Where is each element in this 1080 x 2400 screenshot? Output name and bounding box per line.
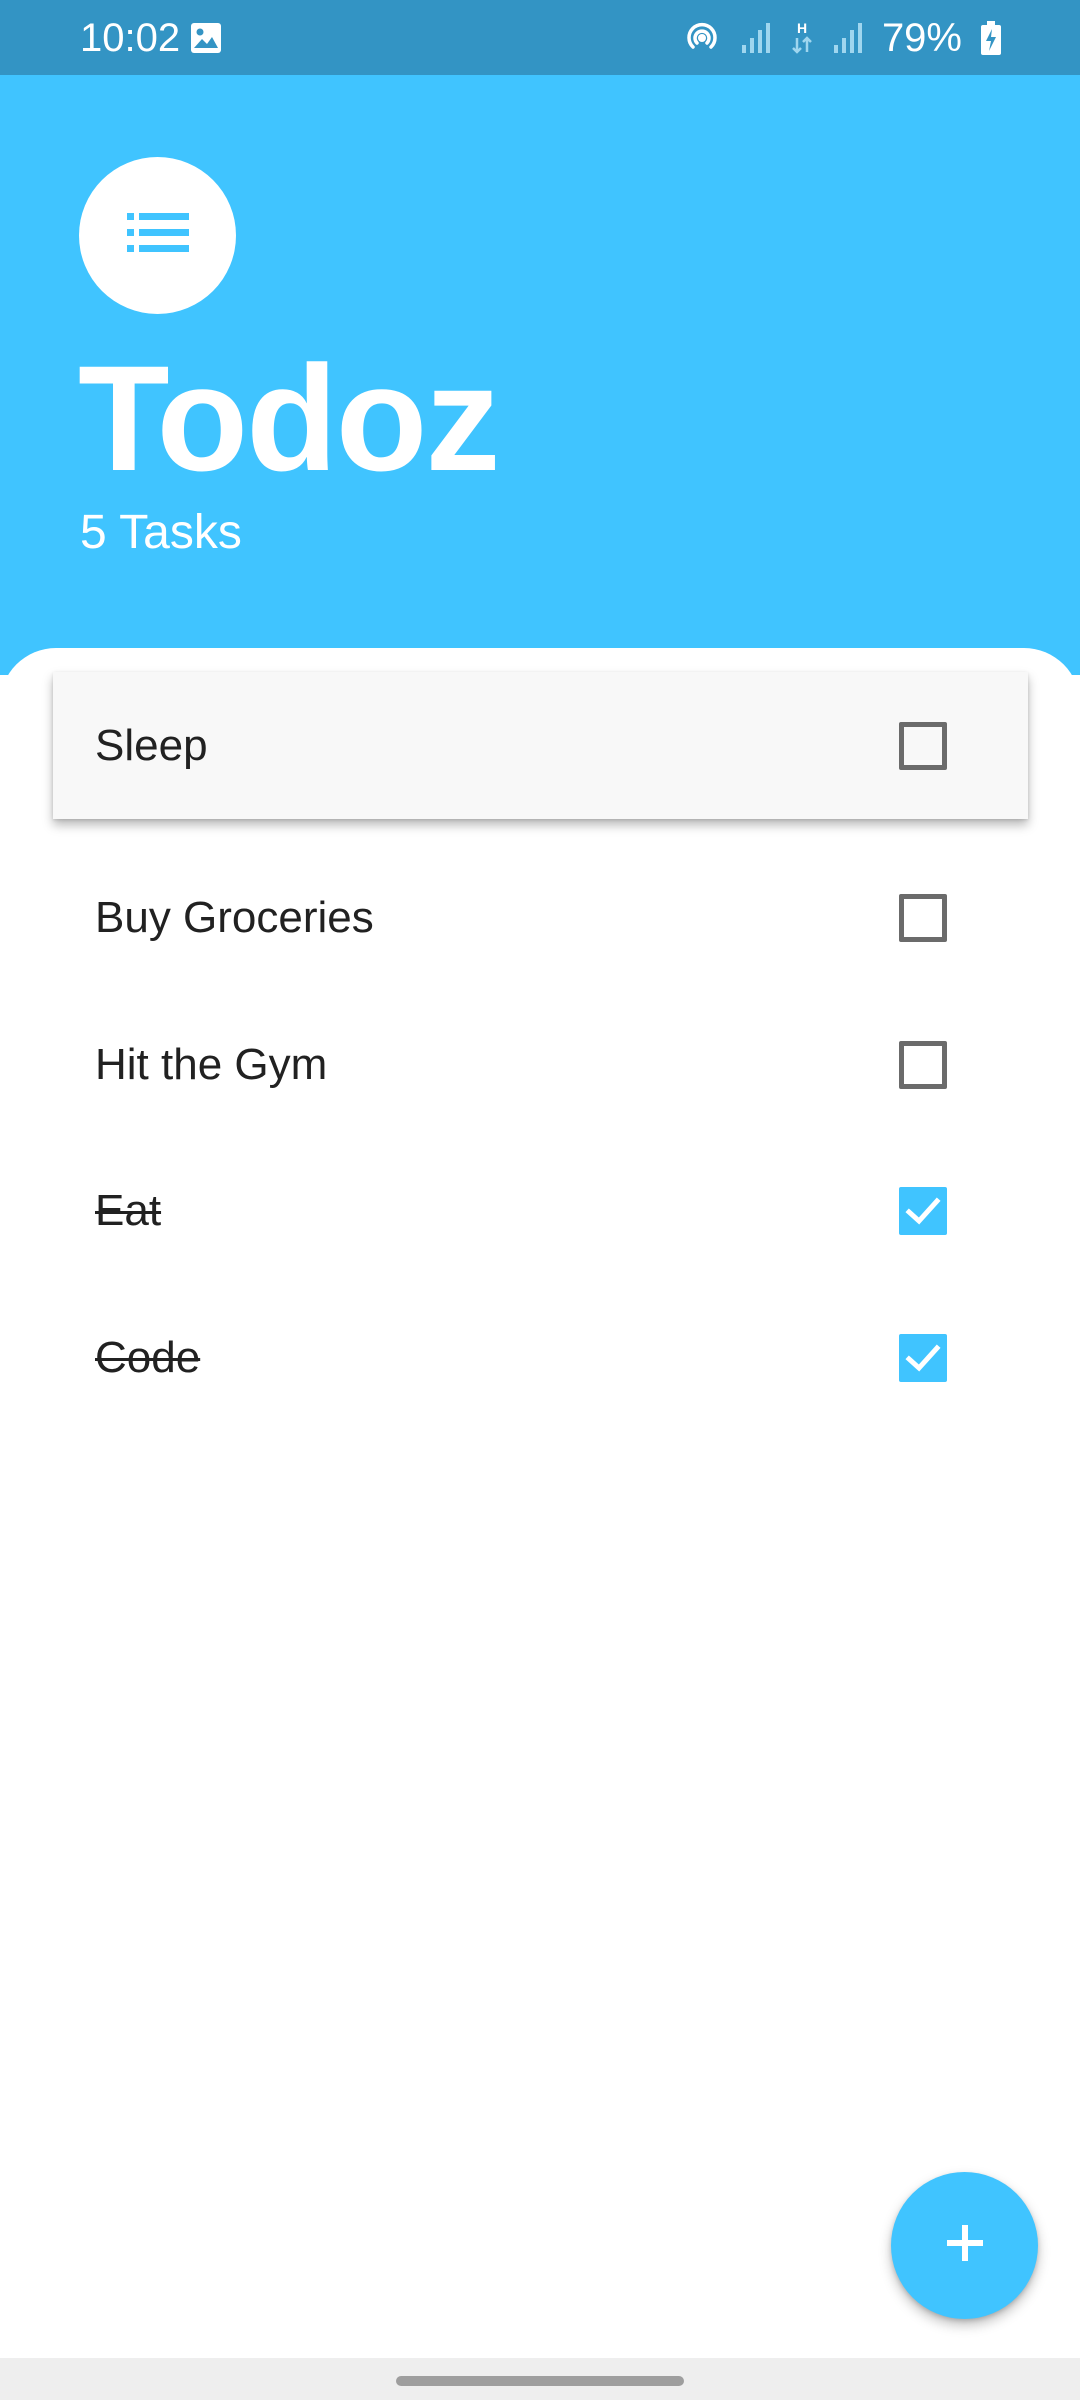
task-checkbox[interactable] [899,894,947,942]
battery-level: 79% [881,16,962,60]
check-icon [905,1344,941,1372]
plus-icon [943,2221,987,2270]
task-label: Sleep [95,721,208,770]
home-gesture-handle[interactable] [396,2376,684,2386]
battery-charging-icon [980,20,1002,56]
task-label: Code [95,1333,201,1382]
signal-icon [740,21,772,55]
task-row[interactable]: Buy Groceries [53,844,1028,991]
gallery-icon [190,22,222,54]
check-icon [905,1197,941,1225]
task-row[interactable]: Sleep [53,672,1028,819]
app-title: Todoz [78,334,500,502]
task-checkbox[interactable] [899,1334,947,1382]
status-icons: H 79% [682,14,1002,62]
task-label: Buy Groceries [95,893,374,942]
todoz-screen: 10:02 H 79% Todoz 5 Tasks Sleep Buy Groc… [0,0,1080,2400]
add-task-button[interactable] [891,2172,1038,2319]
task-label: Hit the Gym [95,1040,328,1089]
task-label: Eat [95,1186,162,1235]
task-row[interactable]: Hit the Gym [53,991,1028,1138]
hotspot-icon [682,18,722,58]
list-icon [126,213,189,258]
app-logo [79,157,236,314]
app-header: Todoz 5 Tasks [0,75,1080,675]
status-time: 10:02 [80,16,181,60]
status-bar: 10:02 H 79% [0,0,1080,75]
task-row[interactable]: Eat [53,1137,1028,1284]
task-count: 5 Tasks [80,506,242,559]
task-checkbox[interactable] [899,722,947,770]
task-checkbox[interactable] [899,1041,947,1089]
task-sheet: Sleep Buy Groceries Hit the Gym Eat Code [0,648,1080,2358]
svg-text:H: H [797,20,807,36]
task-checkbox[interactable] [899,1187,947,1235]
task-row[interactable]: Code [53,1284,1028,1431]
system-nav-bar [0,2358,1080,2400]
network-h-icon: H [790,20,814,56]
signal-icon [832,21,864,55]
